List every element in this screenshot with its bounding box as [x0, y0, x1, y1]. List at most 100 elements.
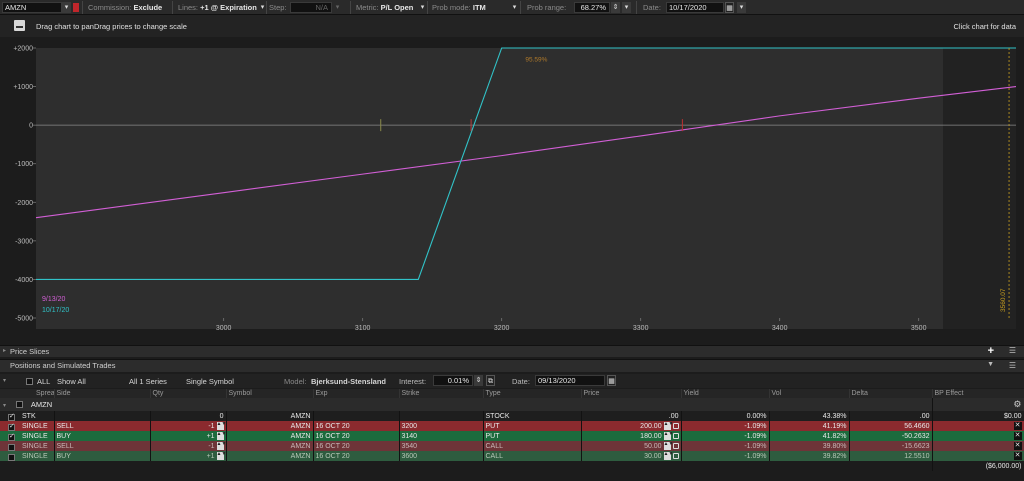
prob-mode-dropdown-icon[interactable]: ▾: [510, 2, 519, 13]
select-all-checkbox[interactable]: [26, 378, 33, 385]
price-stepper-icon[interactable]: ▲▼: [663, 432, 673, 440]
lock-icon[interactable]: [672, 423, 679, 429]
date-input[interactable]: 10/17/2020: [666, 2, 724, 13]
row-side[interactable]: BUY: [54, 451, 151, 461]
row-type[interactable]: PUT: [483, 421, 582, 431]
qty-stepper-icon[interactable]: ▲▼: [216, 432, 225, 440]
row-strike[interactable]: 3200: [399, 421, 484, 431]
row-qty[interactable]: 0: [150, 411, 227, 421]
row-type[interactable]: CALL: [483, 451, 582, 461]
col-type[interactable]: Type: [483, 389, 582, 398]
group-row[interactable]: ▾ AMZN ⚙: [0, 398, 1024, 411]
row-side[interactable]: BUY: [54, 431, 151, 441]
row-price[interactable]: 180.00 ▲▼: [581, 431, 682, 441]
table-row[interactable]: SINGLE SELL -1 ▲▼ AMZN 16 OCT 20 3200 PU…: [0, 421, 1024, 431]
risk-profile-svg[interactable]: +2000 +1000 0 -1000 -2000 -3000 -4000 -5000 300…: [0, 37, 1024, 344]
row-exp[interactable]: 16 OCT 20: [313, 441, 400, 451]
remove-row-icon[interactable]: ✕: [1013, 422, 1022, 430]
series-select[interactable]: All 1 Series: [129, 377, 167, 386]
row-checkbox[interactable]: [8, 432, 15, 441]
model-select[interactable]: Bjerksund-Stensland: [311, 377, 386, 386]
row-price[interactable]: 200.00 ▲▼: [581, 421, 682, 431]
prob-range-stepper-icon[interactable]: ⇕: [611, 2, 620, 13]
row-qty[interactable]: -1 ▲▼: [150, 421, 227, 431]
price-stepper-icon[interactable]: ▲▼: [663, 452, 673, 460]
risk-profile-chart[interactable]: +2000 +1000 0 -1000 -2000 -3000 -4000 -5000 300…: [0, 37, 1024, 344]
row-side[interactable]: SELL: [54, 421, 151, 431]
group-collapse-icon[interactable]: ▾: [3, 403, 6, 409]
row-exp[interactable]: 16 OCT 20: [313, 431, 400, 441]
row-exp[interactable]: 16 OCT 20: [313, 421, 400, 431]
row-price[interactable]: 50.00 ▲▼: [581, 441, 682, 451]
price-stepper-icon[interactable]: ▲▼: [663, 442, 673, 450]
date-dropdown-icon[interactable]: ▾: [737, 2, 746, 13]
row-strike[interactable]: 3600: [399, 451, 484, 461]
group-checkbox[interactable]: [15, 401, 23, 408]
symbol-input[interactable]: AMZN: [2, 2, 62, 13]
lock-icon[interactable]: [672, 443, 679, 449]
sim-calendar-icon[interactable]: ▦: [607, 375, 616, 386]
lock-icon[interactable]: [672, 433, 679, 439]
col-qty[interactable]: Qty: [150, 389, 227, 398]
row-price[interactable]: 30.00 ▲▼: [581, 451, 682, 461]
row-strike[interactable]: 3540: [399, 441, 484, 451]
table-row[interactable]: SINGLE BUY +1 ▲▼ AMZN 16 OCT 20 3600 CAL…: [0, 451, 1024, 461]
step-input[interactable]: N/A: [290, 2, 332, 13]
price-slices-bar[interactable]: ▸ Price Slices + ☰: [0, 345, 1024, 357]
row-side[interactable]: [54, 411, 151, 421]
col-side[interactable]: Side: [54, 389, 151, 398]
col-bp-effect[interactable]: BP Effect: [932, 389, 1024, 398]
prob-range-dropdown-icon[interactable]: ▾: [622, 2, 631, 13]
remove-row-icon[interactable]: ✕: [1013, 432, 1022, 440]
positions-menu-icon[interactable]: ☰: [1009, 361, 1016, 370]
row-exp[interactable]: 16 OCT 20: [313, 451, 400, 461]
single-symbol-select[interactable]: Single Symbol: [186, 377, 234, 386]
symbol-color-link-icon[interactable]: [73, 3, 79, 12]
remove-row-icon[interactable]: ✕: [1013, 442, 1022, 450]
qty-stepper-icon[interactable]: ▲▼: [216, 452, 225, 460]
metric-dropdown-icon[interactable]: ▾: [418, 2, 427, 13]
show-all-select[interactable]: Show All: [57, 377, 86, 386]
remove-row-icon[interactable]: ✕: [1013, 452, 1022, 460]
qty-stepper-icon[interactable]: ▲▼: [216, 442, 225, 450]
gear-icon[interactable]: ⚙: [1013, 399, 1021, 409]
row-checkbox[interactable]: [8, 412, 15, 421]
prob-range-input[interactable]: 68.27%: [574, 2, 610, 13]
interest-input[interactable]: 0.01%: [433, 375, 473, 386]
interest-lock-icon[interactable]: ⧉: [486, 375, 495, 386]
col-vol[interactable]: Vol: [769, 389, 850, 398]
row-qty[interactable]: +1 ▲▼: [150, 451, 227, 461]
table-row[interactable]: STK 0 AMZN STOCK .00 0.00% 43.38% .00 $0…: [0, 411, 1024, 421]
positions-filter-icon[interactable]: ▼: [987, 361, 994, 368]
price-stepper-icon[interactable]: ▲▼: [663, 422, 673, 430]
row-checkbox[interactable]: [8, 422, 15, 431]
col-yield[interactable]: Yield: [681, 389, 770, 398]
col-strike[interactable]: Strike: [399, 389, 484, 398]
collapse-arrow-icon[interactable]: ▾: [3, 377, 6, 384]
step-dropdown-icon[interactable]: ▾: [333, 2, 342, 13]
col-price[interactable]: Price: [581, 389, 682, 398]
metric-control[interactable]: Metric: P/L Open: [356, 2, 413, 13]
col-spread[interactable]: Spread: [0, 389, 55, 398]
table-row[interactable]: SINGLE SELL -1 ▲▼ AMZN 16 OCT 20 3540 CA…: [0, 441, 1024, 451]
interest-stepper-icon[interactable]: ⇕: [474, 375, 483, 386]
collapse-arrow-icon[interactable]: ▸: [3, 347, 6, 354]
col-exp[interactable]: Exp: [313, 389, 400, 398]
calendar-icon[interactable]: ▦: [725, 2, 734, 13]
row-checkbox[interactable]: [8, 453, 15, 461]
row-qty[interactable]: +1 ▲▼: [150, 431, 227, 441]
prob-mode-control[interactable]: Prob mode: ITM: [432, 2, 486, 13]
row-side[interactable]: SELL: [54, 441, 151, 451]
row-type[interactable]: CALL: [483, 441, 582, 451]
row-strike[interactable]: 3140: [399, 431, 484, 441]
lines-control[interactable]: Lines: +1 @ Expiration: [178, 2, 257, 13]
positions-bar[interactable]: Positions and Simulated Trades ▼ ☰: [0, 359, 1024, 372]
col-symbol[interactable]: Symbol: [226, 389, 314, 398]
symbol-dropdown-icon[interactable]: ▾: [62, 2, 71, 13]
sim-date-input[interactable]: 09/13/2020: [535, 375, 605, 386]
qty-stepper-icon[interactable]: ▲▼: [216, 422, 225, 430]
table-row[interactable]: SINGLE BUY +1 ▲▼ AMZN 16 OCT 20 3140 PUT…: [0, 431, 1024, 441]
add-slice-icon[interactable]: +: [988, 345, 994, 357]
chart-settings-icon[interactable]: [14, 20, 25, 31]
row-type[interactable]: PUT: [483, 431, 582, 441]
